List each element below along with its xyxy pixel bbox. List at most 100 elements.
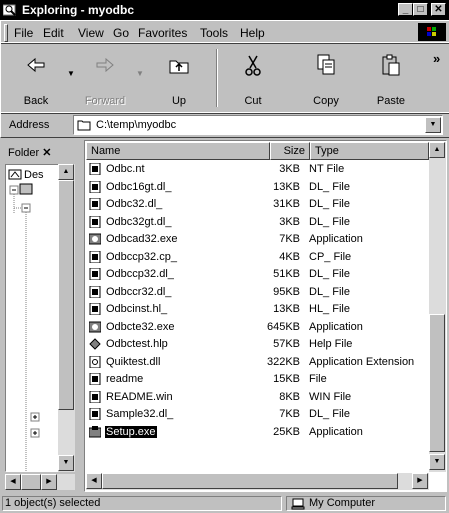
- back-button[interactable]: Back: [6, 47, 66, 109]
- scroll-thumb[interactable]: [58, 180, 74, 410]
- generic-file-icon: [89, 285, 101, 298]
- minimize-button[interactable]: _: [398, 3, 413, 16]
- scroll-right-button[interactable]: ▶: [412, 473, 428, 489]
- file-row[interactable]: Odbc32.dl_ 31KB DL_ File: [85, 196, 430, 213]
- copy-button[interactable]: Copy: [296, 47, 356, 109]
- scroll-down-button[interactable]: ▼: [429, 454, 445, 470]
- status-bar: 1 object(s) selected My Computer: [0, 494, 449, 513]
- file-row[interactable]: Odbc32gt.dl_ 3KB DL_ File: [85, 214, 430, 231]
- menu-edit[interactable]: Edit: [43, 26, 64, 40]
- column-header-name[interactable]: Name: [86, 142, 270, 160]
- file-type: DL_ File: [309, 268, 350, 280]
- tree-item-desktop[interactable]: Des: [24, 169, 44, 181]
- up-button[interactable]: Up: [149, 47, 209, 109]
- forward-dropdown-icon[interactable]: ▼: [136, 69, 144, 78]
- tree-lines: [9, 183, 40, 471]
- file-row[interactable]: Quiktest.dll 322KB Application Extension: [85, 354, 430, 371]
- column-header-type[interactable]: Type: [310, 142, 429, 160]
- folder-tree[interactable]: Des: [5, 164, 65, 472]
- file-row[interactable]: Setup.exe 25KB Application: [85, 424, 430, 441]
- file-list-vscrollbar[interactable]: ▲ ▼: [429, 142, 446, 472]
- scroll-down-button[interactable]: ▼: [58, 455, 74, 471]
- file-name: Setup.exe: [104, 424, 158, 439]
- forward-button[interactable]: Forward: [75, 47, 135, 109]
- forward-arrow-icon: [96, 57, 114, 73]
- file-row[interactable]: Odbcinst.hl_ 13KB HL_ File: [85, 301, 430, 318]
- address-input[interactable]: C:\temp\myodbc ▼: [73, 115, 443, 135]
- explorer-icon: [3, 4, 16, 16]
- menu-tools[interactable]: Tools: [200, 26, 228, 40]
- back-label: Back: [23, 95, 49, 107]
- file-row[interactable]: Odbcad32.exe 7KB Application: [85, 231, 430, 248]
- folder-pane-title: Folder: [8, 147, 40, 159]
- column-header-size[interactable]: Size: [270, 142, 310, 160]
- scroll-up-button[interactable]: ▲: [58, 164, 74, 180]
- scroll-up-button[interactable]: ▲: [429, 142, 445, 158]
- file-row[interactable]: Odbccp32.cp_ 4KB CP_ File: [85, 249, 430, 266]
- file-type: Application: [309, 320, 363, 333]
- address-dropdown-button[interactable]: ▼: [425, 117, 441, 133]
- menu-file[interactable]: File: [14, 26, 33, 40]
- file-row[interactable]: Odbccr32.dl_ 95KB DL_ File: [85, 284, 430, 301]
- folder-icon: [77, 120, 91, 131]
- close-button[interactable]: ✕: [431, 3, 446, 16]
- file-row[interactable]: Odbc.nt 3KB NT File: [85, 161, 430, 178]
- file-size: 4KB: [279, 250, 300, 263]
- file-type: DL_ File: [309, 180, 350, 193]
- file-row[interactable]: Odbctest.hlp 57KB Help File: [85, 336, 430, 353]
- status-zone: My Computer: [286, 496, 446, 511]
- file-row[interactable]: Odbccp32.dl_ 51KB DL_ File: [85, 266, 430, 283]
- folder-pane-vscrollbar[interactable]: ▲ ▼: [58, 164, 75, 472]
- menu-favorites[interactable]: Favorites: [138, 26, 187, 40]
- paste-button[interactable]: Paste: [361, 47, 421, 109]
- toolbar-chevron[interactable]: »: [433, 51, 440, 66]
- file-type: DL_ File: [309, 285, 350, 298]
- file-type: HL_ File: [309, 303, 350, 315]
- status-selection-text: 1 object(s) selected: [2, 496, 282, 511]
- scroll-left-button[interactable]: ◀: [5, 474, 21, 490]
- scroll-thumb[interactable]: [429, 314, 445, 452]
- file-size: 95KB: [273, 285, 300, 298]
- scroll-right-button[interactable]: ▶: [41, 474, 57, 490]
- cut-label: Cut: [244, 95, 262, 107]
- toolbar-separator: [216, 49, 218, 107]
- folder-pane-close-button[interactable]: ✕: [42, 147, 51, 159]
- help-file-icon: [89, 338, 101, 350]
- menu-view[interactable]: View: [78, 26, 104, 40]
- maximize-button[interactable]: □: [413, 3, 428, 16]
- scroll-left-button[interactable]: ◀: [86, 473, 102, 489]
- hscroll-thumb[interactable]: [102, 473, 398, 489]
- menu-go[interactable]: Go: [113, 26, 129, 40]
- back-dropdown-icon[interactable]: ▼: [67, 69, 75, 78]
- menu-grip[interactable]: [4, 24, 8, 42]
- file-row[interactable]: Odbc16gt.dl_ 13KB DL_ File: [85, 179, 430, 196]
- file-size: 57KB: [273, 338, 300, 350]
- file-name: Odbc32gt.dl_: [106, 215, 172, 228]
- windows-logo-icon: [418, 23, 446, 41]
- generic-file-icon: [89, 303, 101, 315]
- file-row[interactable]: readme 15KB File: [85, 371, 430, 388]
- generic-file-icon: [89, 250, 101, 263]
- forward-label: Forward: [84, 95, 126, 107]
- back-arrow-icon: [27, 57, 45, 73]
- cut-button[interactable]: Cut: [223, 47, 283, 109]
- folder-pane-hscrollbar[interactable]: ◀ ▶: [5, 474, 75, 490]
- generic-file-icon: [89, 180, 101, 193]
- paste-icon: [382, 54, 400, 76]
- file-row[interactable]: README.win 8KB WIN File: [85, 389, 430, 406]
- file-list-hscrollbar[interactable]: ◀ ▶: [86, 473, 429, 490]
- file-row[interactable]: Sample32.dl_ 7KB DL_ File: [85, 406, 430, 423]
- menu-help[interactable]: Help: [240, 26, 265, 40]
- file-name: readme: [106, 373, 144, 385]
- hscroll-thumb[interactable]: [21, 474, 41, 490]
- generic-file-icon: [89, 373, 101, 385]
- file-size: 31KB: [273, 198, 300, 210]
- generic-file-icon: [89, 390, 101, 403]
- file-row[interactable]: Odbcte32.exe 645KB Application: [85, 319, 430, 336]
- up-folder-icon: [169, 60, 189, 74]
- file-type: Help File: [309, 338, 353, 350]
- setup-icon: [89, 425, 101, 437]
- address-label: Address: [9, 119, 50, 131]
- file-name: Odbctest.hlp: [106, 338, 168, 350]
- title-bar[interactable]: Exploring - myodbc _ □ ✕: [0, 0, 449, 20]
